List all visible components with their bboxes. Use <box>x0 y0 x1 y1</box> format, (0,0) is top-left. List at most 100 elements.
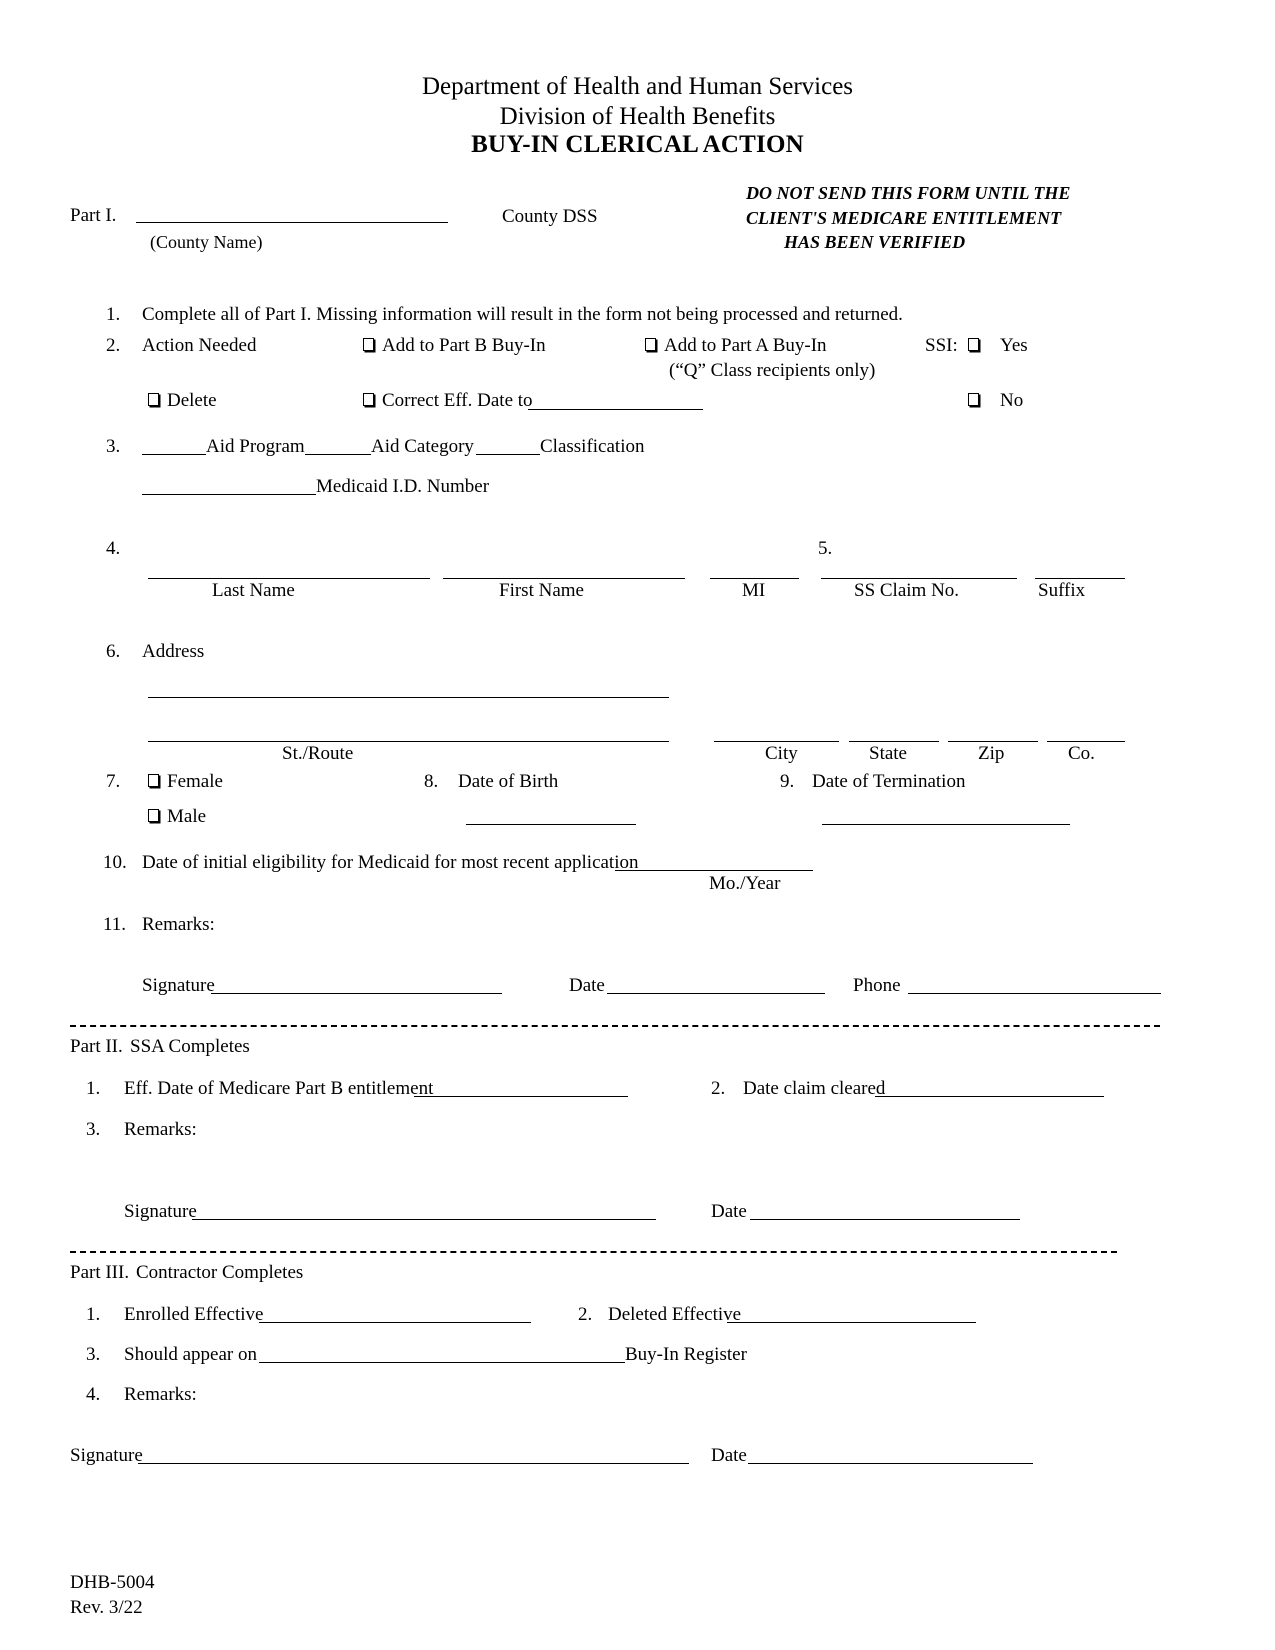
item9-label: Date of Termination <box>812 771 966 792</box>
part2-item3-label: Remarks: <box>124 1119 197 1140</box>
part2-item1-label: Eff. Date of Medicare Part B entitlement <box>124 1078 434 1099</box>
part3-date-label: Date <box>711 1445 747 1466</box>
part3-deleted-effective-input[interactable] <box>727 1322 976 1323</box>
part2-part3-separator <box>70 1251 1117 1253</box>
part3-title: Contractor Completes <box>136 1262 304 1283</box>
item4-number: 4. <box>106 538 121 559</box>
part3-date-input[interactable] <box>748 1463 1033 1464</box>
item1-text: Complete all of Part I. Missing informat… <box>142 304 903 325</box>
part1-phone-input[interactable] <box>908 993 1161 994</box>
part2-date-claim-cleared-input[interactable] <box>875 1096 1104 1097</box>
correct-eff-date-input[interactable] <box>528 409 703 410</box>
part2-label: Part II. <box>70 1036 123 1057</box>
item3-number: 3. <box>106 436 121 457</box>
part3-signature-label: Signature <box>70 1445 143 1466</box>
classification-label: Classification <box>540 436 645 457</box>
county-name-caption: (County Name) <box>150 232 263 252</box>
part3-register-name-input[interactable] <box>259 1362 625 1363</box>
item10-number: 10. <box>103 852 127 873</box>
last-name-label: Last Name <box>212 580 295 601</box>
q-class-note: (“Q” Class recipients only) <box>669 360 876 381</box>
date-of-termination-input[interactable] <box>822 824 1070 825</box>
checkbox-male[interactable] <box>148 809 159 822</box>
form-revision: Rev. 3/22 <box>70 1597 143 1618</box>
part3-item1-label: Enrolled Effective <box>124 1304 264 1325</box>
checkbox-delete[interactable] <box>148 393 159 406</box>
checkbox-female[interactable] <box>148 774 159 787</box>
form-title: BUY-IN CLERICAL ACTION <box>471 131 804 158</box>
item2-number: 2. <box>106 335 121 356</box>
city-label: City <box>765 743 798 764</box>
checkbox-correct-eff-date[interactable] <box>363 393 374 406</box>
mo-year-label: Mo./Year <box>709 873 781 894</box>
part2-title: SSA Completes <box>130 1036 250 1057</box>
checkbox-male-label: Male <box>167 806 207 827</box>
checkbox-delete-label: Delete <box>167 390 217 411</box>
state-label: State <box>869 743 907 764</box>
checkbox-ssi-no-label: No <box>1000 390 1024 411</box>
part2-eff-date-input[interactable] <box>414 1096 628 1097</box>
part1-signature-input[interactable] <box>211 993 502 994</box>
address-line-2-input[interactable] <box>148 741 669 742</box>
item8-number: 8. <box>424 771 439 792</box>
item1-number: 1. <box>106 304 121 325</box>
date-of-birth-input[interactable] <box>466 824 636 825</box>
ssi-label: SSI: <box>925 335 958 356</box>
item6-number: 6. <box>106 641 121 662</box>
checkbox-ssi-no[interactable] <box>968 393 979 406</box>
part3-item4-label: Remarks: <box>124 1384 197 1405</box>
part1-date-label: Date <box>569 975 605 996</box>
county-name-input[interactable] <box>136 222 448 223</box>
part3-signature-input[interactable] <box>138 1463 689 1464</box>
item11-label: Remarks: <box>142 914 215 935</box>
part3-label: Part III. <box>70 1262 130 1283</box>
co-label: Co. <box>1068 743 1095 764</box>
notice-line-3: HAS BEEN VERIFIED <box>784 232 966 252</box>
part3-item2-label: Deleted Effective <box>608 1304 742 1325</box>
part3-item2-number: 2. <box>578 1304 593 1325</box>
county-dss-label: County DSS <box>502 206 598 227</box>
part2-item2-label: Date claim cleared <box>743 1078 886 1099</box>
checkbox-correct-eff-date-label: Correct Eff. Date to <box>382 390 533 411</box>
aid-category-label: Aid Category <box>371 436 474 457</box>
checkbox-add-part-b[interactable] <box>363 338 374 351</box>
part1-date-input[interactable] <box>607 993 825 994</box>
notice-line-1: DO NOT SEND THIS FORM UNTIL THE <box>746 183 1071 203</box>
aid-category-input[interactable] <box>305 454 371 455</box>
address-line-1-input[interactable] <box>148 697 669 698</box>
item11-number: 11. <box>103 914 127 935</box>
ss-claim-no-label: SS Claim No. <box>854 580 960 601</box>
notice-line-2: CLIENT'S MEDICARE ENTITLEMENT <box>746 208 1062 228</box>
part2-date-input[interactable] <box>750 1219 1020 1220</box>
part2-signature-input[interactable] <box>192 1219 656 1220</box>
part1-label: Part I. <box>70 205 117 226</box>
part1-phone-label: Phone <box>853 975 901 996</box>
checkbox-ssi-yes-label: Yes <box>1000 335 1028 356</box>
part2-item2-number: 2. <box>711 1078 726 1099</box>
aid-program-label: Aid Program <box>206 436 305 457</box>
zip-label: Zip <box>978 743 1005 764</box>
medicaid-id-input[interactable] <box>142 494 316 495</box>
part2-date-label: Date <box>711 1201 747 1222</box>
part2-item1-number: 1. <box>86 1078 101 1099</box>
item5-number: 5. <box>818 538 833 559</box>
part3-item3-label: Should appear on <box>124 1344 257 1365</box>
classification-input[interactable] <box>476 454 540 455</box>
part1-part2-separator <box>70 1025 1160 1027</box>
part3-item1-number: 1. <box>86 1304 101 1325</box>
item6-label: Address <box>142 641 205 662</box>
part2-item3-number: 3. <box>86 1119 101 1140</box>
suffix-label: Suffix <box>1038 580 1086 601</box>
part3-item3-suffix: Buy-In Register <box>625 1344 747 1365</box>
medicaid-id-label: Medicaid I.D. Number <box>316 476 490 497</box>
checkbox-add-part-a-label: Add to Part A Buy-In <box>664 335 827 356</box>
initial-eligibility-date-input[interactable] <box>615 870 813 871</box>
item8-label: Date of Birth <box>458 771 559 792</box>
form-page: Department of Health and Human Services … <box>0 0 1275 1650</box>
part3-enrolled-effective-input[interactable] <box>259 1322 531 1323</box>
aid-program-input[interactable] <box>142 454 206 455</box>
agency-name: Department of Health and Human Services <box>421 73 854 100</box>
checkbox-add-part-a[interactable] <box>645 338 656 351</box>
st-route-label: St./Route <box>282 743 354 764</box>
checkbox-ssi-yes[interactable] <box>968 338 979 351</box>
